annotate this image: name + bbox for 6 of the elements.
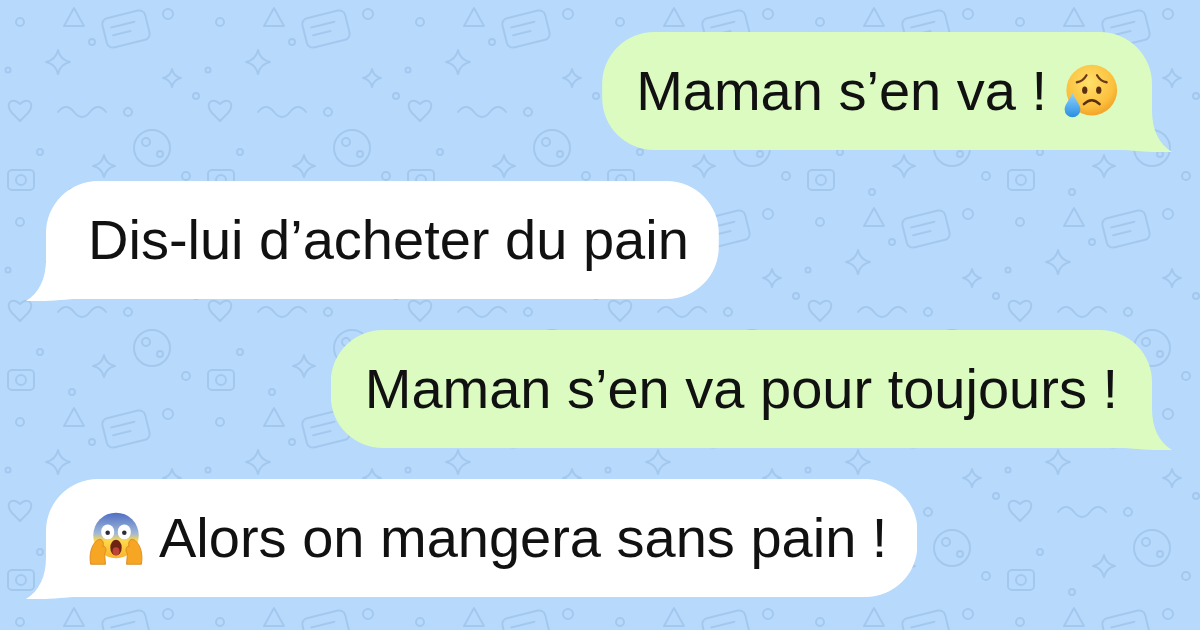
message-text: Maman s’en va !: [636, 58, 1047, 125]
message-text: Alors on mangera sans pain !: [159, 505, 888, 572]
message-text: Dis-lui d’acheter du pain: [88, 207, 689, 274]
sad-face-with-drop-icon: [1062, 63, 1118, 119]
screaming-face-icon: [88, 510, 144, 566]
message-text: Maman s’en va pour toujours !: [364, 356, 1118, 423]
